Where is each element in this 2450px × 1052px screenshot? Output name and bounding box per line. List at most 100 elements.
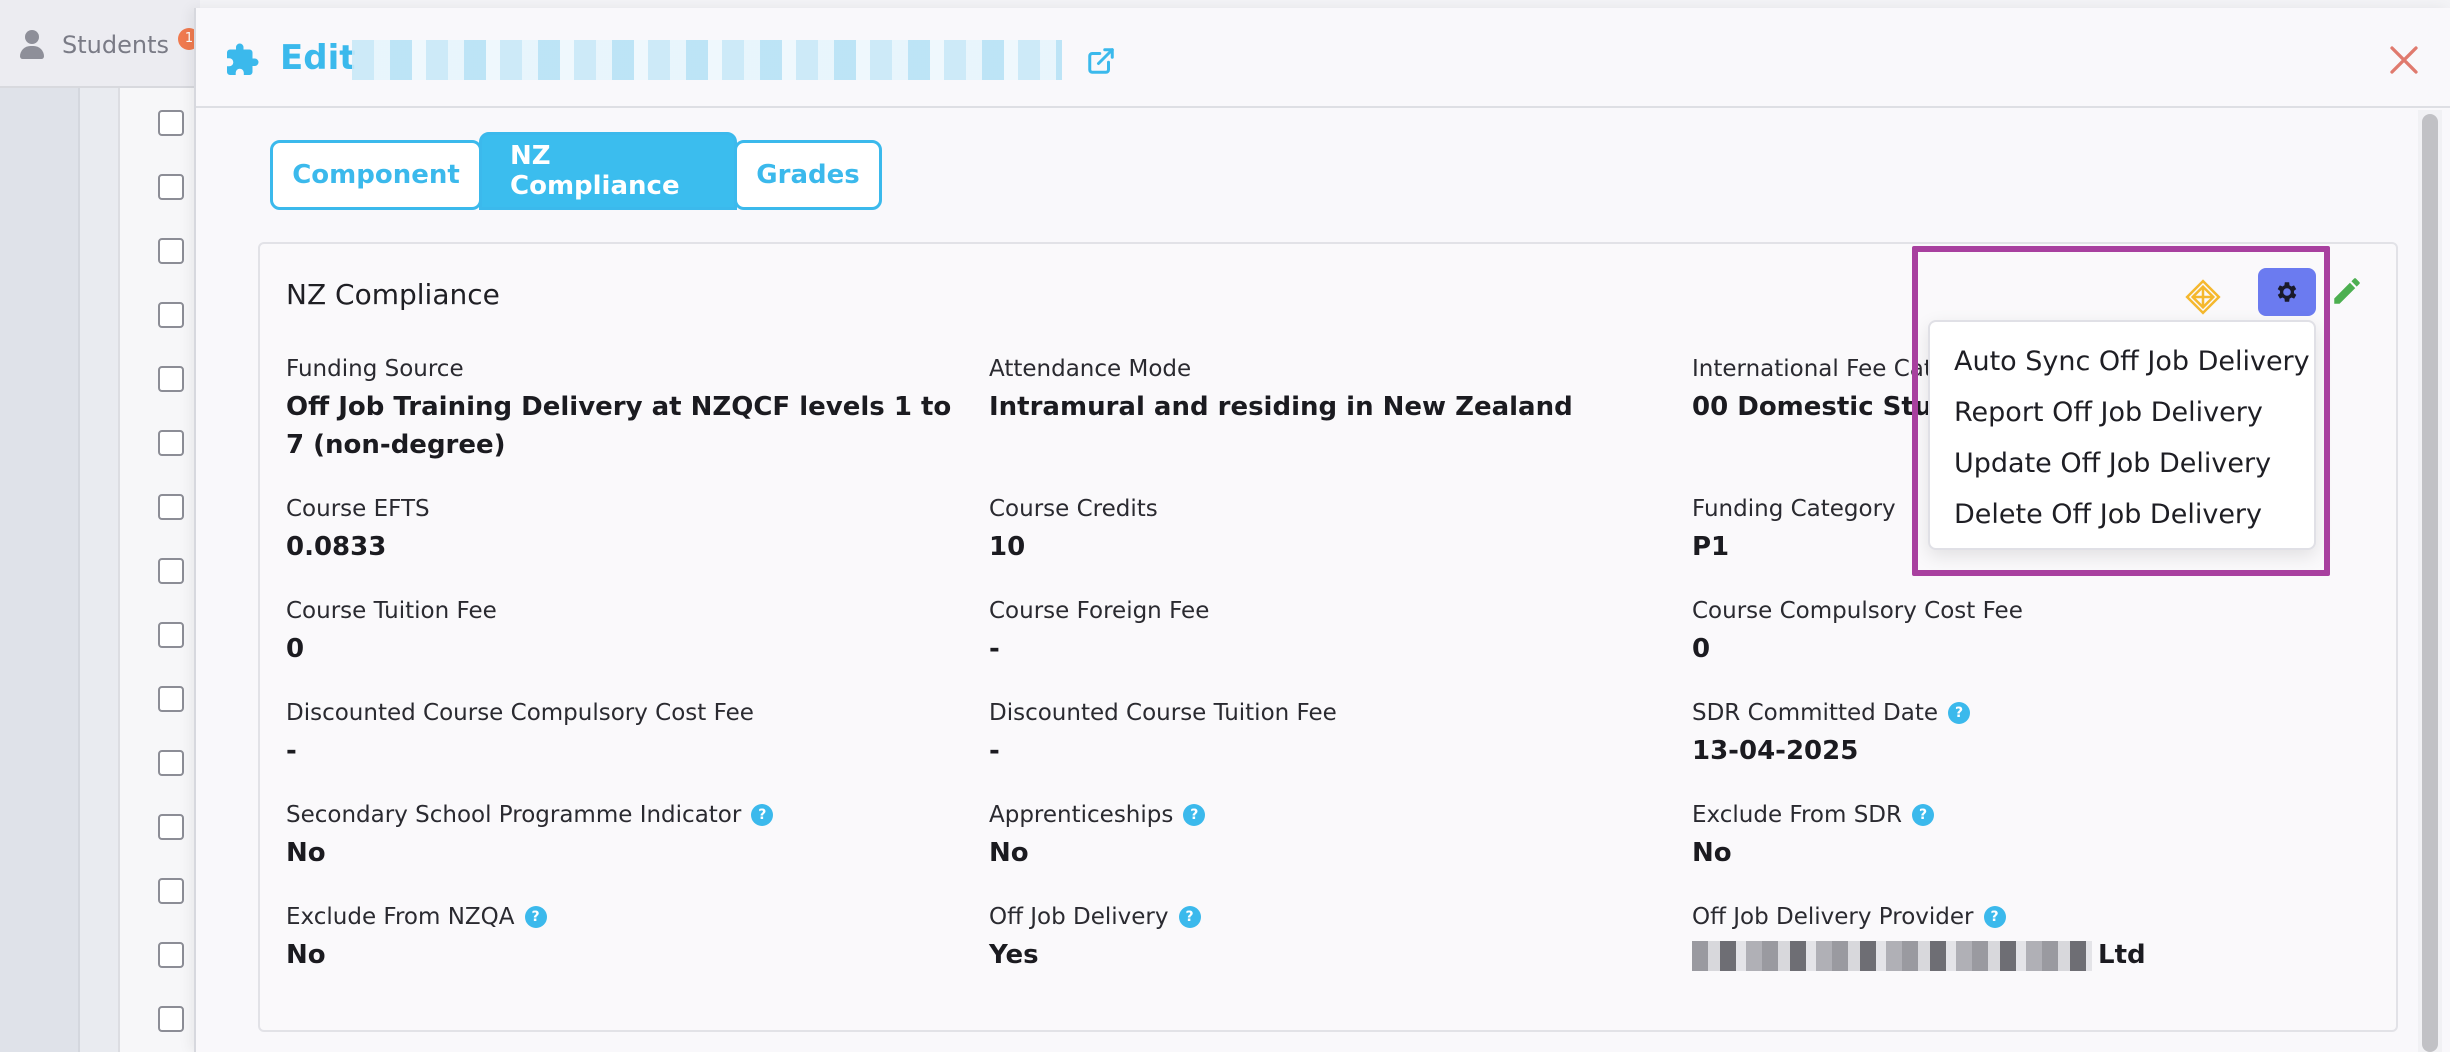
field-label-row: SDR Committed Date ? — [1692, 698, 2332, 728]
field-attendance-mode: Attendance Mode Intramural and residing … — [989, 354, 1629, 426]
field-value: 10 — [989, 532, 1026, 562]
card-title: NZ Compliance — [286, 278, 500, 311]
modal-scrollbar-thumb[interactable] — [2422, 114, 2438, 1052]
field-label-row: Secondary School Programme Indicator ? — [286, 800, 926, 830]
menu-item-auto-sync[interactable]: Auto Sync Off Job Delivery — [1930, 336, 2314, 387]
row-checkbox[interactable] — [158, 174, 184, 200]
row-checkbox[interactable] — [158, 558, 184, 584]
tab-nz-compliance[interactable]: NZ Compliance — [479, 132, 737, 210]
help-icon[interactable]: ? — [524, 906, 547, 928]
field-value: No — [989, 838, 1029, 868]
field-label: Off Job Delivery — [989, 904, 1169, 930]
modal-title: Edit — [280, 38, 356, 78]
field-value: 0.0833 — [286, 532, 387, 562]
menu-item-update[interactable]: Update Off Job Delivery — [1930, 438, 2314, 489]
field-label: Course Credits — [989, 496, 1158, 522]
field-label: Off Job Delivery Provider — [1692, 904, 1974, 930]
field-label: Funding Source — [286, 356, 464, 382]
help-icon[interactable]: ? — [1912, 804, 1934, 826]
field-value: - — [989, 736, 1000, 766]
app-topbar: Students 1 — [0, 0, 200, 88]
nav-students[interactable]: Students — [18, 30, 169, 60]
field-secondary-school-indicator: Secondary School Programme Indicator ? N… — [286, 800, 926, 872]
help-icon[interactable]: ? — [1178, 906, 1201, 928]
field-label-row: Apprenticeships ? — [989, 800, 1629, 830]
field-label-row: Exclude From NZQA ? — [286, 902, 926, 932]
field-course-compulsory-cost-fee: Course Compulsory Cost Fee 0 — [1692, 596, 2332, 668]
row-checkbox[interactable] — [158, 942, 184, 968]
field-value: Intramural and residing in New Zealand — [989, 392, 1573, 422]
row-checkbox[interactable] — [158, 622, 184, 648]
settings-button[interactable] — [2258, 268, 2316, 316]
field-funding-source: Funding Source Off Job Training Delivery… — [286, 354, 966, 464]
field-course-credits: Course Credits 10 — [989, 494, 1629, 566]
row-checkbox[interactable] — [158, 814, 184, 840]
row-checkbox[interactable] — [158, 110, 184, 136]
field-value: Yes — [989, 940, 1039, 970]
field-value: Off Job Training Delivery at NZQCF level… — [286, 392, 952, 460]
tab-component[interactable]: Component — [270, 140, 482, 210]
help-icon[interactable]: ? — [1183, 804, 1206, 826]
field-label: Attendance Mode — [989, 356, 1192, 382]
modal-tabs: Component NZ Compliance Grades — [270, 132, 882, 210]
row-checkbox[interactable] — [158, 238, 184, 264]
field-discounted-tuition-fee: Discounted Course Tuition Fee - — [989, 698, 1629, 770]
field-course-tuition-fee: Course Tuition Fee 0 — [286, 596, 926, 668]
field-exclude-from-nzqa: Exclude From NZQA ? No — [286, 902, 926, 974]
actions-dropdown-menu: Auto Sync Off Job Delivery Report Off Jo… — [1928, 320, 2316, 550]
field-value: No — [286, 940, 326, 970]
field-label: Secondary School Programme Indicator — [286, 802, 742, 828]
field-value: 0 — [1692, 634, 1711, 664]
modal-header: Edit — [196, 8, 2450, 108]
field-label: SDR Committed Date — [1692, 700, 1939, 726]
row-checkboxes — [158, 110, 184, 1052]
menu-item-delete[interactable]: Delete Off Job Delivery — [1930, 489, 2314, 540]
field-label: Apprenticeships — [989, 802, 1174, 828]
field-discounted-compulsory-cost-fee: Discounted Course Compulsory Cost Fee - — [286, 698, 926, 770]
app-rail — [78, 0, 118, 1052]
field-exclude-from-sdr: Exclude From SDR ? No — [1692, 800, 2332, 872]
pencil-icon[interactable] — [2330, 274, 2364, 308]
field-apprenticeships: Apprenticeships ? No — [989, 800, 1629, 872]
help-icon[interactable]: ? — [751, 804, 774, 826]
redacted-provider-name — [1692, 940, 2092, 971]
field-sdr-committed-date: SDR Committed Date ? 13-04-2025 — [1692, 698, 2332, 770]
nav-students-label: Students — [62, 31, 169, 59]
field-label: Discounted Course Tuition Fee — [989, 700, 1337, 726]
field-off-job-delivery-provider: Off Job Delivery Provider ? Ltd — [1692, 902, 2332, 974]
field-value: 0 — [286, 634, 305, 664]
row-checkbox[interactable] — [158, 430, 184, 456]
row-checkbox[interactable] — [158, 302, 184, 328]
field-label: Course Tuition Fee — [286, 598, 497, 624]
external-link-icon[interactable] — [1086, 46, 1116, 76]
field-course-efts: Course EFTS 0.0833 — [286, 494, 926, 566]
close-icon[interactable] — [2386, 42, 2422, 78]
field-label: Exclude From NZQA — [286, 904, 515, 930]
field-label: Exclude From SDR — [1692, 802, 1902, 828]
sync-icon[interactable] — [2184, 278, 2222, 316]
field-label-row: Exclude From SDR ? — [1692, 800, 2332, 830]
field-label-row: Off Job Delivery Provider ? — [1692, 902, 2332, 932]
menu-item-report[interactable]: Report Off Job Delivery — [1930, 387, 2314, 438]
field-label: Course Compulsory Cost Fee — [1692, 598, 2023, 624]
field-label: Course EFTS — [286, 496, 430, 522]
row-checkbox[interactable] — [158, 1006, 184, 1032]
help-icon[interactable]: ? — [1948, 702, 1971, 724]
puzzle-icon — [227, 43, 259, 75]
row-checkbox[interactable] — [158, 366, 184, 392]
help-icon[interactable]: ? — [1983, 906, 2006, 928]
app-sidebar — [0, 0, 78, 1052]
field-off-job-delivery: Off Job Delivery ? Yes — [989, 902, 1629, 974]
field-course-foreign-fee: Course Foreign Fee - — [989, 596, 1629, 668]
gear-icon — [2277, 282, 2297, 302]
row-checkbox[interactable] — [158, 494, 184, 520]
table-checkbox-column — [118, 88, 196, 1052]
redacted-component-name — [352, 40, 1062, 80]
row-checkbox[interactable] — [158, 686, 184, 712]
field-value: No — [1692, 838, 1732, 868]
tab-grades[interactable]: Grades — [734, 140, 882, 210]
field-label: Course Foreign Fee — [989, 598, 1210, 624]
row-checkbox[interactable] — [158, 878, 184, 904]
field-label: Discounted Course Compulsory Cost Fee — [286, 700, 754, 726]
row-checkbox[interactable] — [158, 750, 184, 776]
